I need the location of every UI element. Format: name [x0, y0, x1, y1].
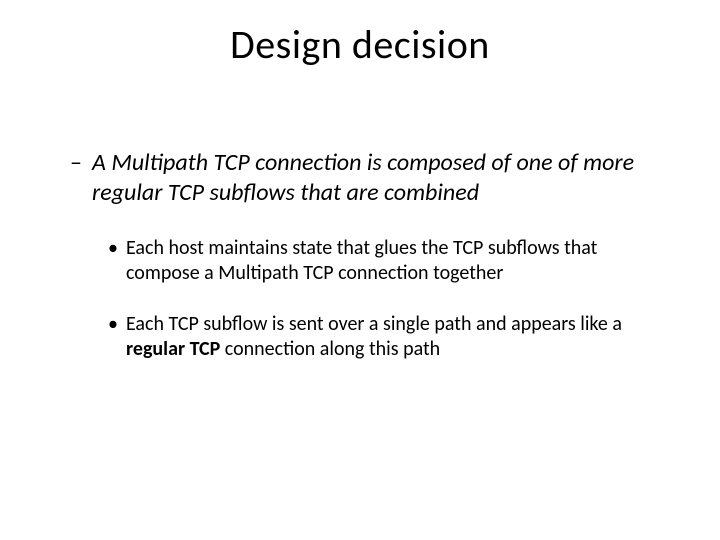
sub-bullet-text: Each host maintains state that glues the… [126, 236, 597, 285]
sub-bullet-text: Each TCP subflow is sent over a single p… [126, 312, 622, 361]
dash-icon: – [70, 148, 92, 178]
slide-body: –A Multipath TCP connection is composed … [70, 148, 650, 388]
text-prefix: Each TCP subflow is sent over a single p… [126, 312, 622, 336]
bullet-icon: • [108, 236, 126, 261]
bullet-icon: • [108, 312, 126, 337]
sub-bullet: •Each host maintains state that glues th… [108, 236, 650, 286]
main-bullet: –A Multipath TCP connection is composed … [70, 148, 650, 208]
slide-title: Design decision [0, 20, 720, 69]
main-bullet-text: A Multipath TCP connection is composed o… [92, 148, 634, 207]
text-bold: regular TCP [126, 337, 220, 361]
text-suffix: connection along this path [220, 337, 440, 361]
sub-bullet: •Each TCP subflow is sent over a single … [108, 312, 650, 362]
slide: Design decision –A Multipath TCP connect… [0, 0, 720, 540]
